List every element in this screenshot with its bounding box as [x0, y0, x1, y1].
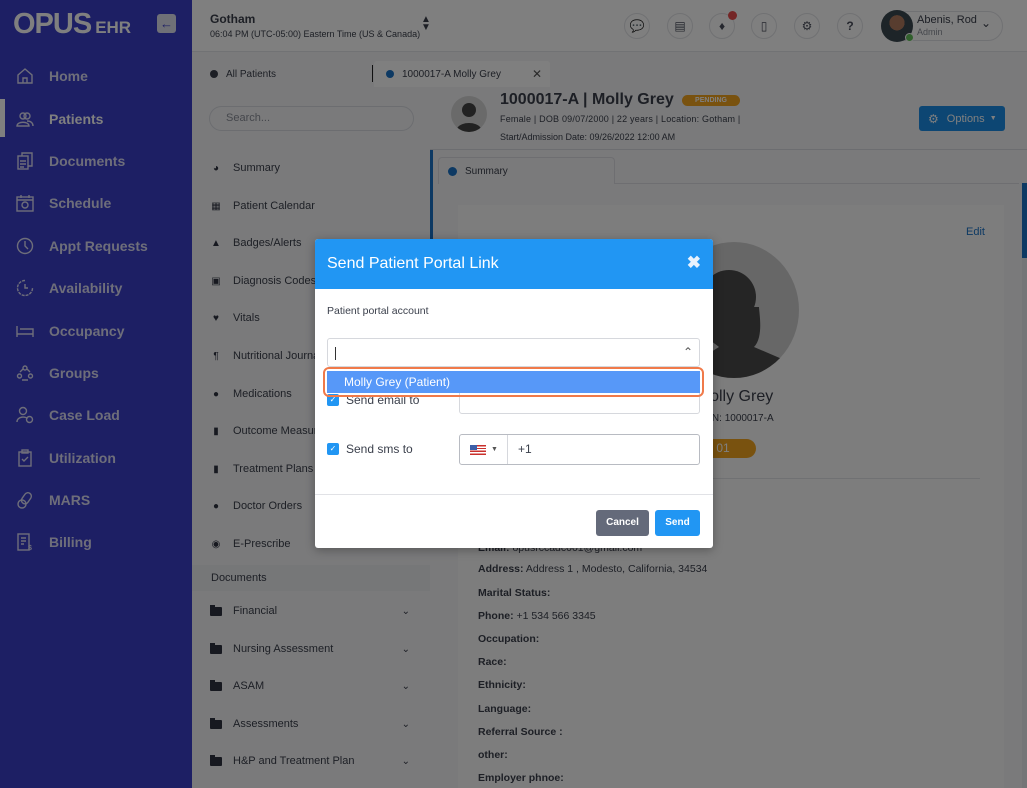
portal-account-label: Patient portal account	[327, 305, 429, 317]
send-button[interactable]: Send	[655, 510, 700, 536]
highlight-outline	[323, 367, 704, 397]
phone-field[interactable]: +1	[508, 435, 699, 464]
us-flag-icon	[470, 444, 486, 455]
dialog-header: Send Patient Portal Link ✖	[315, 239, 713, 289]
send-sms-label: Send sms to	[346, 442, 413, 456]
send-portal-link-dialog: Send Patient Portal Link ✖ Patient porta…	[315, 239, 713, 548]
cancel-button[interactable]: Cancel	[596, 510, 649, 536]
send-sms-checkbox[interactable]: ✓	[327, 443, 339, 455]
close-icon[interactable]: ✖	[687, 253, 701, 273]
chevron-up-icon[interactable]: ⌃	[683, 345, 693, 359]
country-select[interactable]: ▼	[460, 435, 508, 464]
divider	[315, 494, 713, 495]
dialog-title: Send Patient Portal Link	[327, 255, 499, 272]
portal-account-select[interactable]: ⌃	[327, 338, 700, 367]
phone-field-group: ▼ +1	[459, 434, 700, 465]
caret-down-icon: ▼	[491, 446, 498, 453]
text-cursor	[335, 347, 336, 360]
send-sms-row: ✓ Send sms to	[327, 442, 413, 456]
